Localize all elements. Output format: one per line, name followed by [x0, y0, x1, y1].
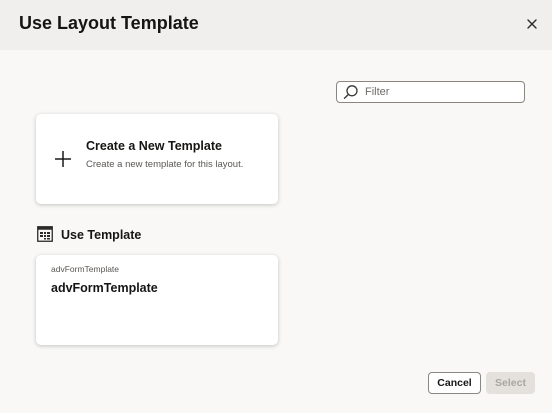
use-layout-template-dialog: Use Layout Template Create a New Templat…	[0, 0, 552, 413]
search-icon	[343, 85, 358, 99]
create-new-template-description: Create a new template for this layout.	[86, 159, 244, 170]
create-new-template-title: Create a New Template	[86, 139, 222, 153]
close-icon	[527, 19, 537, 29]
close-button[interactable]	[521, 13, 543, 35]
template-grid-icon	[37, 226, 53, 242]
select-button[interactable]: Select	[486, 372, 535, 394]
dialog-title: Use Layout Template	[19, 13, 199, 33]
filter-input[interactable]	[365, 83, 515, 101]
template-card-id: advFormTemplate	[51, 264, 120, 274]
plus-icon	[55, 151, 71, 167]
dialog-header: Use Layout Template	[0, 0, 552, 50]
template-card-name: advFormTemplate	[51, 281, 158, 295]
use-template-heading: Use Template	[61, 228, 142, 242]
filter-field[interactable]	[336, 81, 525, 103]
cancel-button[interactable]: Cancel	[428, 372, 481, 394]
